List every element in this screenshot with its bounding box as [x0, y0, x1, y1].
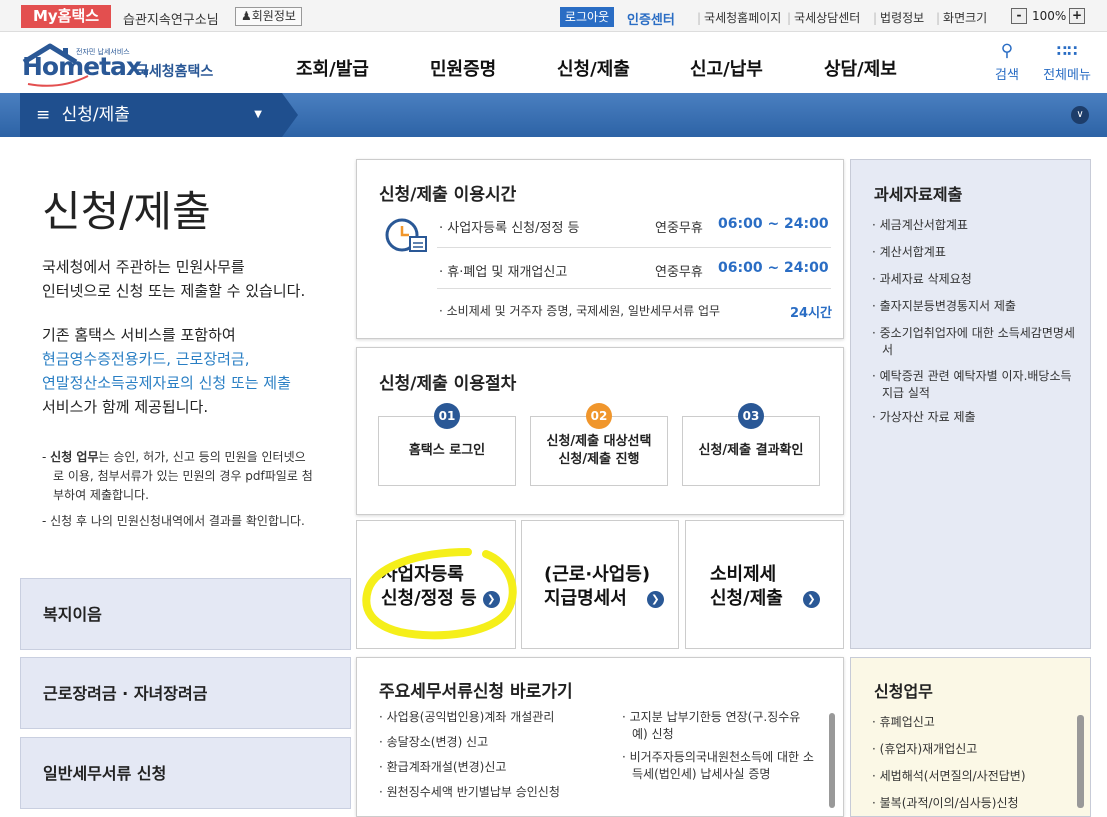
- shortcuts-title: 주요세무서류신청 바로가기: [379, 682, 573, 702]
- logo-main-text: Hometax.: [22, 52, 151, 81]
- user-icon: ♟: [241, 9, 252, 23]
- nts-homepage-link[interactable]: | 국세청홈페이지: [694, 9, 781, 26]
- tax-data-item[interactable]: · 세금계산서합계표: [872, 217, 1084, 234]
- hours-title: 신청/제출 이용시간: [379, 185, 517, 205]
- apply-work-item[interactable]: · 세법해석(서면질의/사전답변): [872, 768, 1084, 785]
- step-2-number: 02: [586, 403, 612, 429]
- zoom-in-button[interactable]: +: [1069, 8, 1085, 24]
- tax-data-item[interactable]: · 중소기업취업자에 대한 소득세감면명세서: [872, 325, 1084, 359]
- shortcut-item[interactable]: · 사업용(공익법인용)계좌 개설관리: [379, 709, 617, 726]
- incentive-box[interactable]: 근로장려금 · 자녀장려금: [20, 657, 351, 729]
- search-label: 검색: [995, 68, 1019, 83]
- tax-data-item[interactable]: · 출자지분등변경통지서 제출: [872, 298, 1084, 315]
- member-info-label: 회원정보: [251, 9, 296, 23]
- my-hometax-button[interactable]: My홈택스: [21, 5, 111, 28]
- law-info-link[interactable]: | 법령정보: [870, 9, 924, 26]
- apply-work-item[interactable]: · (휴업자)재개업신고: [872, 741, 1084, 758]
- hometax-logo[interactable]: 전자민 납세서비스 Hometax. 국세청홈택스: [20, 40, 225, 90]
- hours-row-2-label: · 휴·폐업 및 재개업신고: [439, 265, 568, 280]
- chevron-right-icon: ❯: [646, 590, 664, 608]
- divider: [437, 247, 831, 248]
- logout-button[interactable]: 로그아웃: [560, 7, 614, 27]
- subnav-current-menu[interactable]: ≡ 신청/제출 ▼: [20, 93, 298, 137]
- tax-consult-link[interactable]: | 국세상담센터: [784, 9, 860, 26]
- clock-calendar-icon: [384, 215, 430, 259]
- note-result-check: - 신청 후 나의 민원신청내역에서 결과를 확인합니다.: [42, 514, 305, 528]
- tax-data-item[interactable]: · 가상자산 자료 제출: [872, 409, 1084, 426]
- gnb-consult[interactable]: 상담/제보: [824, 55, 897, 81]
- process-title: 신청/제출 이용절차: [379, 374, 517, 394]
- hours-row-2-time: 06:00 ~ 24:00: [718, 260, 829, 276]
- gnb-certificate[interactable]: 민원증명: [430, 55, 496, 81]
- tax-data-item[interactable]: · 계산서합계표: [872, 244, 1084, 261]
- shortcut-item[interactable]: · 송달장소(변경) 신고: [379, 734, 617, 751]
- note-apply-work: - 신청 업무는 승인, 허가, 신고 등의 민원을 인터넷으 로 이용, 첨부…: [42, 450, 313, 502]
- welfare-box[interactable]: 복지이음: [20, 578, 351, 650]
- caret-down-icon: ▼: [254, 109, 262, 120]
- gnb-application[interactable]: 신청/제출: [557, 55, 630, 81]
- highlight-circle: [362, 548, 517, 640]
- member-info-button[interactable]: ♟회원정보: [235, 7, 302, 26]
- scrollbar[interactable]: [829, 713, 835, 808]
- gnb-inquiry[interactable]: 조회/발급: [296, 55, 369, 81]
- grid-icon: ∷∷: [1056, 42, 1078, 60]
- hours-row-3-time: 24시간: [790, 306, 833, 321]
- chevron-down-icon[interactable]: ∨: [1071, 106, 1089, 124]
- hours-row-2-prefix: 연중무휴: [655, 265, 703, 280]
- shortcut-item[interactable]: · 환급계좌개설(변경)신고: [379, 759, 617, 776]
- zoom-level: 100%: [1032, 9, 1067, 23]
- shortcut-item[interactable]: · 원천징수세액 반기별납부 승인신청: [379, 784, 617, 801]
- shortcut-item[interactable]: · 비거주자등의국내원천소득에 대한 소득세(법인세) 납세사실 증명: [622, 749, 816, 783]
- search-icon: ⚲: [1000, 41, 1014, 61]
- step-3-number: 03: [738, 403, 764, 429]
- intro-link-cards[interactable]: 현금영수증전용카드, 근로장려금,: [42, 347, 291, 371]
- hours-row-1-prefix: 연중무휴: [655, 221, 703, 236]
- hours-row-1-label: · 사업자등록 신청/정정 등: [439, 221, 580, 236]
- general-docs-box[interactable]: 일반세무서류 신청: [20, 737, 351, 809]
- apply-work-item[interactable]: · 불복(과적/이의/심사등)신청: [872, 795, 1084, 812]
- shortcut-item[interactable]: · 고지분 납부기한등 연장(구.징수유예) 신청: [622, 709, 816, 743]
- cert-center-link[interactable]: 인증센터: [627, 9, 675, 28]
- all-menu-label: 전체메뉴: [1043, 68, 1091, 83]
- subnav-current-label: 신청/제출: [61, 105, 130, 125]
- all-menu-button[interactable]: ∷∷ 전체메뉴: [1038, 42, 1096, 83]
- scrollbar[interactable]: [1077, 715, 1084, 808]
- quick-consumption-tax[interactable]: 소비제세 신청/제출 ❯: [685, 520, 844, 649]
- intro-paragraph-2: 기존 홈택스 서비스를 포함하여 현금영수증전용카드, 근로장려금, 연말정산소…: [42, 326, 291, 416]
- hours-row-1-time: 06:00 ~ 24:00: [718, 216, 829, 232]
- gnb-report-payment[interactable]: 신고/납부: [690, 55, 763, 81]
- logo-sub-text: 국세청홈택스: [136, 64, 214, 80]
- screen-size-label: | 화면크기: [936, 11, 988, 25]
- quick-payment-statement[interactable]: (근로·사업등) 지급명세서 ❯: [521, 520, 679, 649]
- hamburger-icon: ≡: [36, 105, 51, 125]
- hours-row-3-label: · 소비제세 및 거주자 증명, 국제세원, 일반세무서류 업무: [439, 304, 721, 318]
- tax-data-title: 과세자료제출: [874, 185, 963, 204]
- tax-data-item[interactable]: · 예탁증권 관련 예탁자별 이자.배당소득 지급 실적: [872, 368, 1084, 402]
- intro-paragraph-1: 국세청에서 주관하는 민원사무를 인터넷으로 신청 또는 제출할 수 있습니다.: [42, 258, 306, 300]
- chevron-right-icon: ❯: [802, 590, 820, 608]
- apply-work-title: 신청업무: [874, 682, 933, 701]
- search-button[interactable]: ⚲ 검색: [990, 42, 1024, 83]
- apply-work-item[interactable]: · 휴폐업신고: [872, 714, 1084, 731]
- page-title: 신청/제출: [42, 187, 211, 236]
- tax-data-item[interactable]: · 과세자료 삭제요청: [872, 271, 1084, 288]
- user-name: 습관지속연구소님: [123, 13, 219, 28]
- divider: [437, 288, 831, 289]
- zoom-out-button[interactable]: -: [1011, 8, 1027, 24]
- step-1-number: 01: [434, 403, 460, 429]
- intro-link-yearend[interactable]: 연말정산소득공제자료의 신청 또는 제출: [42, 371, 291, 395]
